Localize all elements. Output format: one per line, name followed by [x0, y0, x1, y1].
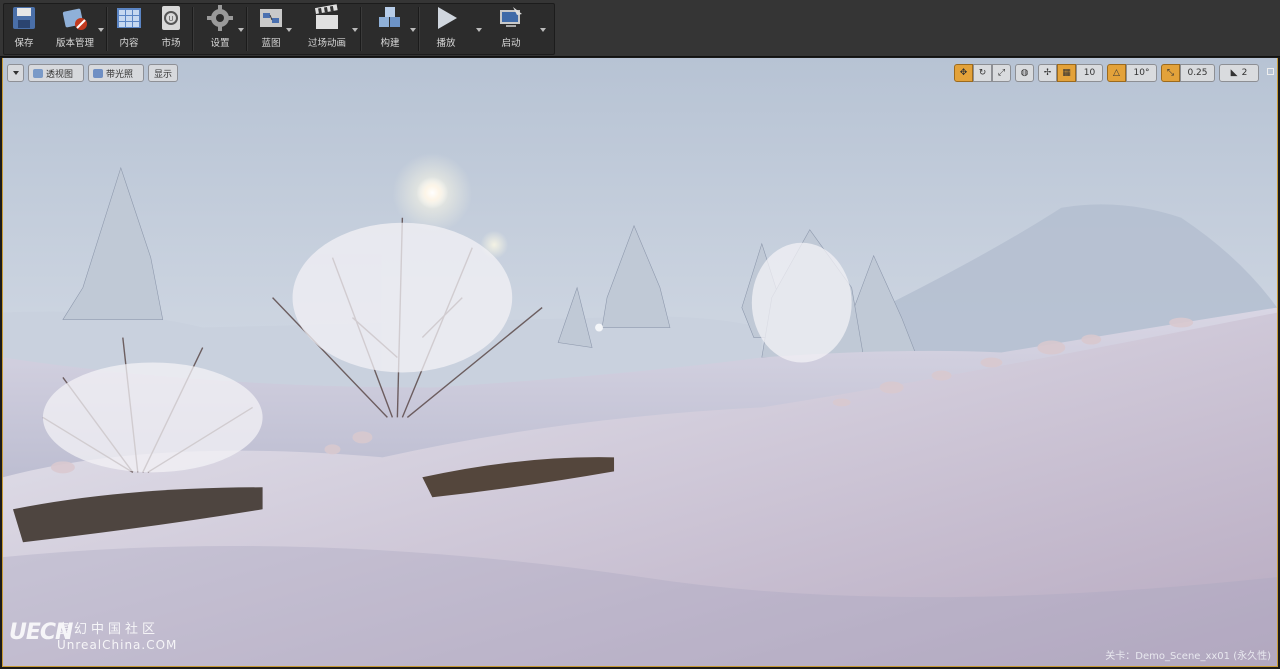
chevron-down-icon[interactable]: [352, 28, 358, 32]
chevron-down-icon[interactable]: [410, 28, 416, 32]
blueprints-label: 蓝图: [261, 38, 281, 49]
source-control-button[interactable]: 版本管理: [44, 4, 106, 54]
chevron-down-icon: [540, 28, 546, 32]
perspective-dropdown[interactable]: 透视图: [28, 64, 84, 82]
angle-icon: △: [1113, 68, 1120, 78]
settings-label: 设置: [210, 38, 230, 49]
viewport-options-dropdown[interactable]: [7, 64, 24, 82]
play-options-dropdown[interactable]: [472, 4, 486, 54]
chevron-down-icon[interactable]: [286, 28, 292, 32]
scene-render[interactable]: [3, 58, 1277, 666]
source-control-label: 版本管理: [55, 38, 94, 49]
surface-snap-icon: ✢: [1043, 68, 1052, 78]
chevron-down-icon[interactable]: [98, 28, 104, 32]
scale-snap-icon: ⤡: [1166, 68, 1175, 78]
surface-snapping-button[interactable]: ✢: [1038, 64, 1057, 82]
view-mode-dropdown[interactable]: 带光照: [88, 64, 144, 82]
launch-options-dropdown[interactable]: [536, 4, 550, 54]
save-label: 保存: [14, 38, 34, 49]
maximize-viewport-icon[interactable]: [1267, 68, 1274, 75]
watermark: UECN 虚幻中国社区 UnrealChina.COM: [9, 620, 209, 656]
coordinate-system-button[interactable]: ◍: [1015, 64, 1034, 82]
marketplace-icon: U: [157, 4, 185, 32]
chevron-down-icon: [476, 28, 482, 32]
toolbar-group: 保存 版本管理 内容 U 市场 设置 蓝图 过场动画 构建 播放 启动: [3, 3, 555, 55]
play-icon: [432, 4, 460, 32]
marketplace-button[interactable]: U 市场: [150, 4, 192, 54]
scale-snap-toggle[interactable]: ⤡: [1161, 64, 1180, 82]
play-button[interactable]: 播放: [420, 4, 472, 54]
blueprints-button[interactable]: 蓝图: [248, 4, 294, 54]
save-button[interactable]: 保存: [4, 4, 44, 54]
camera-speed-button[interactable]: ◣ 2: [1219, 64, 1259, 82]
svg-text:U: U: [168, 15, 173, 23]
level-viewport[interactable]: 透视图 带光照 显示 ✥ ↻ ⤢ ◍ ✢ ▦ 10 △ 10° ⤡ 0.25 ◣…: [2, 58, 1278, 667]
show-label: 显示: [153, 69, 172, 80]
scale-icon: ⤢: [997, 68, 1006, 78]
rotate-icon: ↻: [978, 68, 987, 78]
perspective-label: 透视图: [46, 69, 74, 80]
content-label: 内容: [119, 38, 139, 49]
scale-mode-button[interactable]: ⤢: [992, 64, 1011, 82]
scale-snap-value[interactable]: 0.25: [1180, 64, 1215, 82]
grid-snap-value[interactable]: 10: [1076, 64, 1103, 82]
viewport-transform-toolbar: ✥ ↻ ⤢ ◍ ✢ ▦ 10 △ 10° ⤡ 0.25 ◣ 2: [954, 64, 1259, 82]
translate-mode-button[interactable]: ✥: [954, 64, 973, 82]
grid-icon: ▦: [1062, 68, 1071, 78]
show-dropdown[interactable]: 显示: [148, 64, 178, 82]
build-button[interactable]: 构建: [362, 4, 418, 54]
marketplace-label: 市场: [161, 38, 181, 49]
camera-speed-label: 2: [1241, 68, 1248, 78]
move-arrows-icon: ✥: [959, 68, 968, 78]
rotation-snap-toggle[interactable]: △: [1107, 64, 1126, 82]
content-grid-icon: [115, 4, 143, 32]
cinematics-label: 过场动画: [307, 38, 346, 49]
perspective-cube-icon: [33, 68, 43, 78]
launch-icon: [497, 4, 525, 32]
cinematics-button[interactable]: 过场动画: [294, 4, 360, 54]
camera-icon: ◣: [1230, 68, 1238, 78]
settings-button[interactable]: 设置: [194, 4, 246, 54]
scale-snap-label: 0.25: [1187, 68, 1208, 78]
save-icon: [10, 4, 38, 32]
build-cubes-icon: [376, 4, 404, 32]
rotation-snap-value[interactable]: 10°: [1126, 64, 1157, 82]
main-toolbar: 保存 版本管理 内容 U 市场 设置 蓝图 过场动画 构建 播放 启动: [0, 0, 1280, 57]
build-label: 构建: [380, 38, 400, 49]
lit-sphere-icon: [93, 68, 103, 78]
rotation-snap-label: 10°: [1133, 68, 1150, 78]
grid-snap-toggle[interactable]: ▦: [1057, 64, 1076, 82]
blueprint-icon: [257, 4, 285, 32]
watermark-name-cn: 虚幻中国社区: [57, 622, 160, 637]
clapperboard-icon: [313, 4, 341, 32]
lit-label: 带光照: [106, 69, 134, 80]
gear-icon: [206, 4, 234, 32]
globe-icon: ◍: [1020, 68, 1029, 78]
current-level-label: 关卡：Demo_Scene_xx01 (永久性): [1105, 651, 1271, 662]
chevron-down-icon[interactable]: [238, 28, 244, 32]
rotate-mode-button[interactable]: ↻: [973, 64, 992, 82]
launch-button[interactable]: 启动: [486, 4, 536, 54]
chevron-down-icon: [12, 71, 19, 75]
play-label: 播放: [436, 38, 456, 49]
watermark-name-en: UnrealChina.COM: [57, 638, 178, 652]
grid-snap-label: 10: [1083, 68, 1096, 78]
content-button[interactable]: 内容: [108, 4, 150, 54]
launch-label: 启动: [501, 38, 521, 49]
source-control-icon: [61, 4, 89, 32]
